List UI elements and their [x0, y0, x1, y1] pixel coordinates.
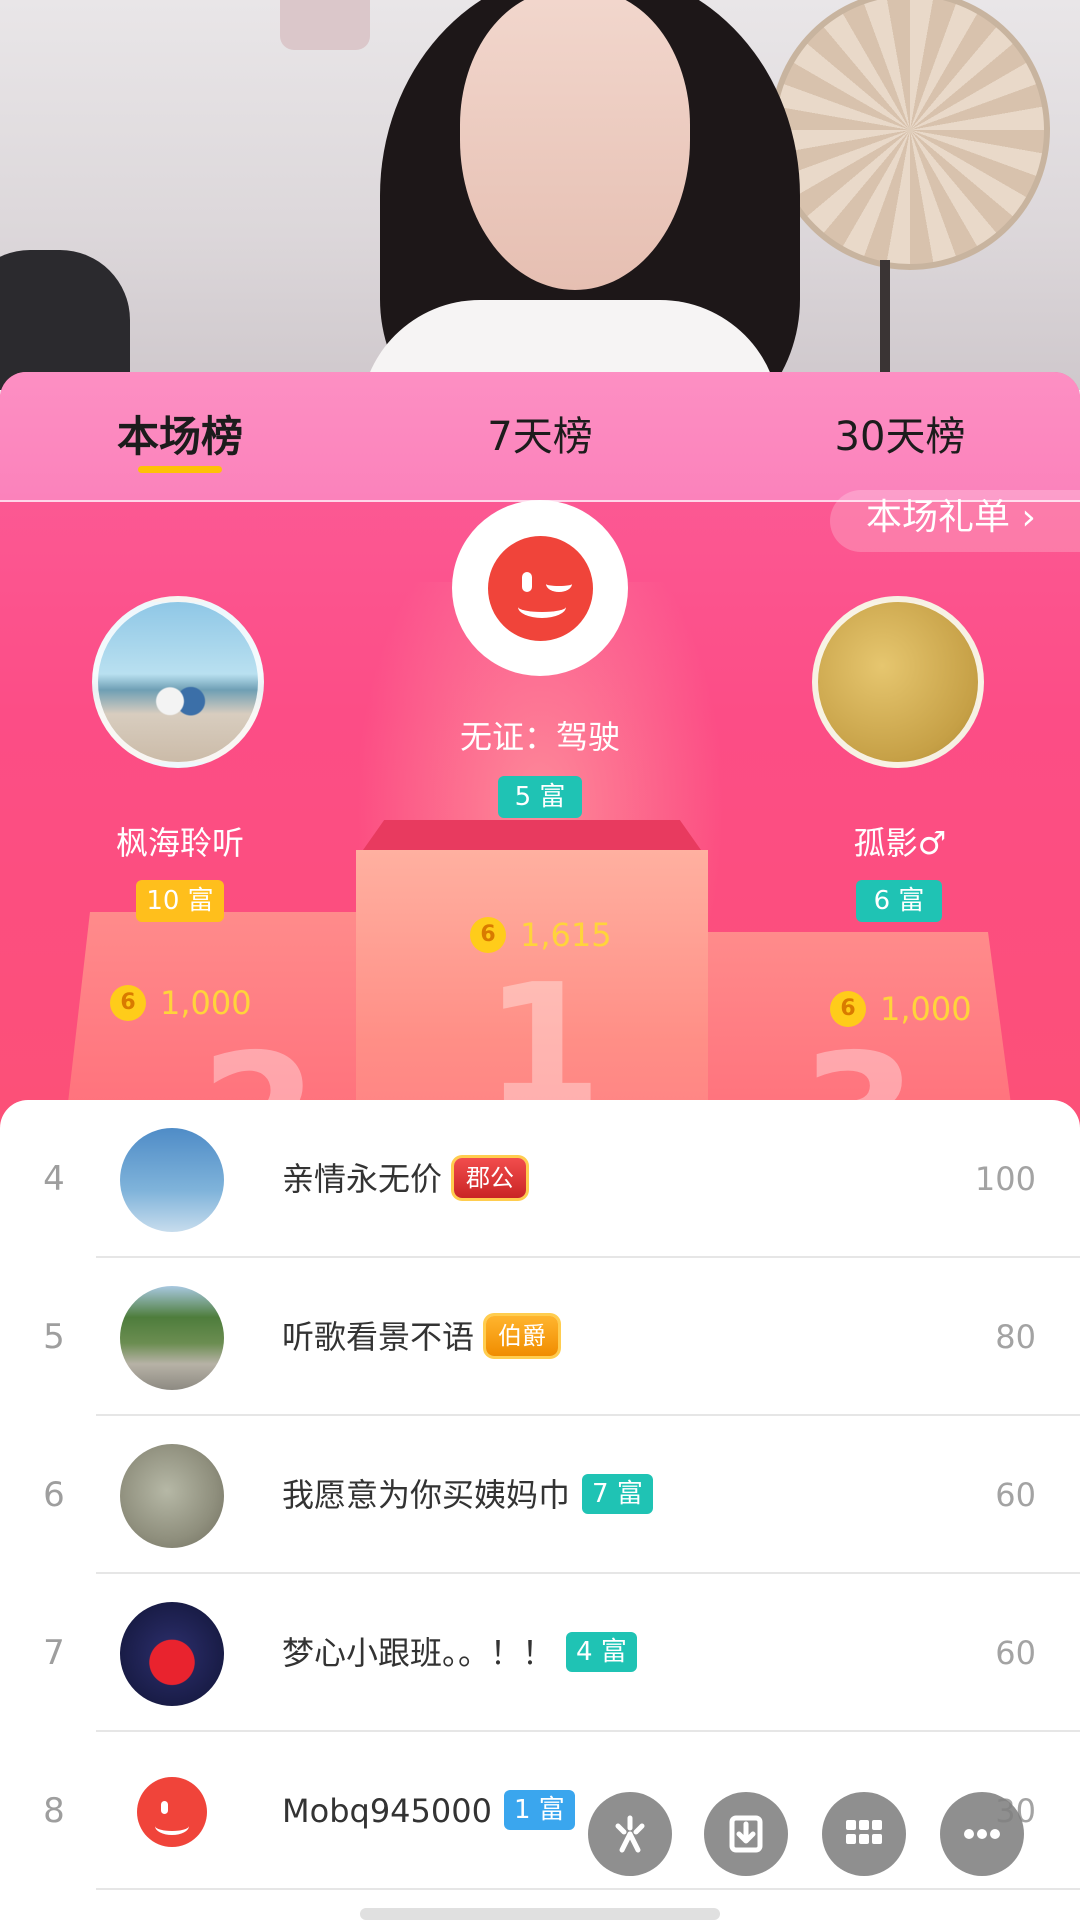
second-place-coin-value: 1,000	[160, 984, 252, 1022]
noble-title-badge: 郡公	[454, 1158, 527, 1198]
user-name: 我愿意为你买姨妈巾 7 富	[282, 1416, 653, 1574]
user-name-text: 梦心小跟班。。！！	[282, 1634, 555, 1672]
wealth-badge: 4 富	[566, 1632, 637, 1672]
first-place-wealth-badge: 5 富	[498, 776, 582, 818]
user-name: 梦心小跟班。。！！ 4 富	[282, 1574, 637, 1732]
umbrella-lamp	[770, 0, 1050, 270]
first-place-coin-value: 1,615	[520, 916, 612, 954]
rank-number: 8	[43, 1791, 65, 1831]
wealth-badge: 1 富	[503, 1790, 575, 1830]
first-place-avatar[interactable]	[452, 500, 628, 676]
second-place-coins: 6 1,000	[110, 982, 252, 1024]
third-place-avatar[interactable]	[812, 596, 984, 768]
gift-list-link[interactable]: 本场礼单 ›	[830, 490, 1080, 552]
wall-lamp	[280, 0, 370, 50]
ranking-list: 4 亲情永无价 郡公 100 5 听歌看景不语 伯爵 80 6 我愿意为你买姨妈巾 7…	[0, 1100, 1080, 1920]
avatar[interactable]	[120, 1760, 224, 1864]
avatar[interactable]	[120, 1128, 224, 1232]
first-place-name: 无证：驾驶	[459, 718, 620, 756]
user-name-text: 亲情永无价	[282, 1160, 443, 1198]
more-button[interactable]	[940, 1792, 1024, 1876]
wealth-badge: 7 富	[582, 1474, 653, 1514]
list-item[interactable]: 5 听歌看景不语 伯爵 80	[0, 1258, 1080, 1416]
user-name-text: 我愿意为你买姨妈巾	[282, 1476, 571, 1514]
third-place-name: 孤影♂	[853, 824, 947, 862]
list-item[interactable]: 7 梦心小跟班。。！！ 4 富 60	[0, 1574, 1080, 1732]
next-row-placeholder	[360, 1908, 720, 1920]
list-item[interactable]: 4 亲情永无价 郡公 100	[0, 1100, 1080, 1258]
user-name: 听歌看景不语 伯爵	[282, 1258, 559, 1416]
avatar[interactable]	[120, 1602, 224, 1706]
download-button[interactable]	[704, 1792, 788, 1876]
ranking-panel: 本场榜 7天榜 30天榜 本场礼单 › 1 2 3 无证：驾驶 5 富 6 1,…	[0, 372, 1080, 1132]
coin-icon: 6	[470, 917, 506, 953]
contribution-score: 80	[995, 1318, 1036, 1356]
chair	[0, 250, 130, 390]
divider	[96, 1888, 1080, 1890]
contribution-score: 60	[995, 1476, 1036, 1514]
second-place-wealth-badge: 10 富	[136, 880, 224, 922]
avatar[interactable]	[120, 1444, 224, 1548]
streamer-face	[460, 0, 690, 290]
rank-number: 6	[43, 1475, 65, 1515]
list-item[interactable]: 6 我愿意为你买姨妈巾 7 富 60	[0, 1416, 1080, 1574]
sparkle-button[interactable]	[588, 1792, 672, 1876]
rank-number: 4	[43, 1159, 65, 1199]
active-tab-indicator	[138, 466, 222, 473]
app-logo-icon	[137, 1777, 207, 1847]
third-place-coins: 6 1,000	[830, 988, 972, 1030]
second-place-avatar[interactable]	[92, 596, 264, 768]
user-name: 亲情永无价 郡公	[282, 1100, 527, 1258]
ranking-tabs: 本场榜 7天榜 30天榜	[0, 372, 1080, 502]
download-icon	[729, 1815, 763, 1853]
rank-number: 7	[43, 1633, 65, 1673]
grid-icon	[846, 1820, 882, 1844]
user-name-text: Mobq945000	[282, 1792, 492, 1830]
contribution-score: 60	[995, 1634, 1036, 1672]
more-icon	[964, 1829, 1000, 1839]
tab-30-days[interactable]: 30天榜	[800, 402, 1000, 472]
coin-icon: 6	[830, 991, 866, 1027]
live-video-feed	[0, 0, 1080, 390]
third-place-coin-value: 1,000	[880, 990, 972, 1028]
noble-title-badge: 伯爵	[486, 1316, 559, 1356]
user-name: Mobq945000 1 富	[282, 1732, 575, 1890]
third-place-wealth-badge: 6 富	[856, 880, 942, 922]
grid-menu-button[interactable]	[822, 1792, 906, 1876]
tab-7-days[interactable]: 7天榜	[440, 402, 640, 472]
lamp-stand	[880, 260, 890, 390]
avatar[interactable]	[120, 1286, 224, 1390]
list-item[interactable]: 8 Mobq9450001 富 30	[0, 1732, 1080, 1890]
tab-current-show[interactable]: 本场榜	[80, 402, 280, 472]
sparkle-icon	[615, 1815, 645, 1853]
first-place-coins: 6 1,615	[470, 914, 612, 956]
contribution-score: 100	[974, 1160, 1036, 1198]
user-name-text: 听歌看景不语	[282, 1318, 475, 1356]
second-place-name: 枫海聆听	[115, 824, 244, 862]
rank-number: 5	[43, 1317, 65, 1357]
app-logo-icon	[487, 535, 593, 641]
coin-icon: 6	[110, 985, 146, 1021]
